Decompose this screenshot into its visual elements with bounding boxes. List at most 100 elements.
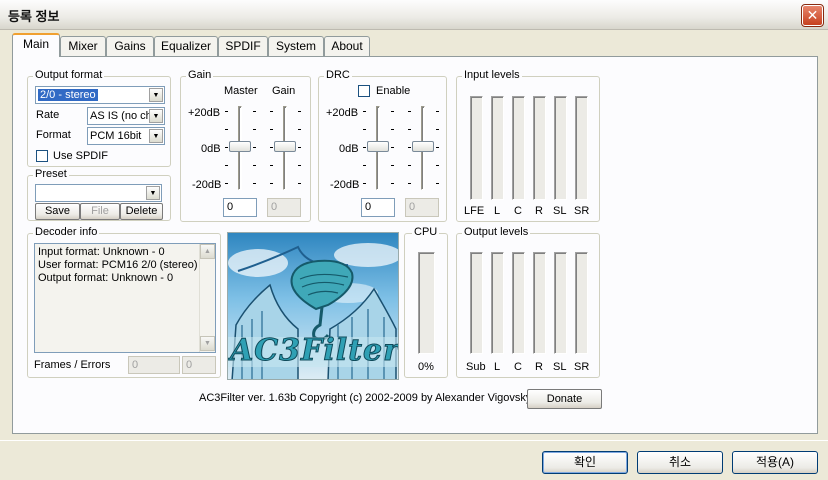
tick [436,129,439,130]
input-meter-r [533,96,546,200]
input-meter-c [512,96,525,200]
drc-slider-thumb[interactable] [367,141,389,152]
tick [408,147,411,148]
use-spdif-checkbox[interactable] [36,150,48,162]
tick [391,183,394,184]
tick [298,147,301,148]
cpu-meter [418,252,435,354]
title-bar: 등록 정보 ✕ [0,0,828,30]
input-meter-sr [575,96,588,200]
tick [298,129,301,130]
tick [225,165,228,166]
tab-mixer[interactable]: Mixer [60,36,106,56]
tick [225,111,228,112]
save-button[interactable]: Save [35,203,80,220]
gain-label: Gain [272,85,296,97]
tab-gains[interactable]: Gains [106,36,154,56]
drc-plus20-label: +20dB [326,107,359,119]
tick [270,129,273,130]
tick [270,165,273,166]
tab-spdif[interactable]: SPDIF [218,36,268,56]
rate-select[interactable]: AS IS (no ch ▼ [87,107,165,125]
logo-text: AC3Filter [230,333,399,369]
frames-errors-label: Frames / Errors [34,359,111,371]
tick [391,111,394,112]
tick [225,129,228,130]
tab-system[interactable]: System [268,36,324,56]
output-channel-label: SL [553,361,567,373]
rate-label: Rate [36,109,60,121]
tick [391,129,394,130]
scroll-down-icon[interactable]: ▼ [200,336,215,351]
tick [408,111,411,112]
master-label: Master [224,85,258,97]
drc-slider2-thumb[interactable] [412,141,434,152]
gain-zero-label: 0dB [201,143,221,155]
gain-plus20-label: +20dB [188,107,221,119]
errors-field: 0 [182,356,216,374]
tick [225,147,228,148]
tick [253,183,256,184]
tab-system-label: System [275,39,316,53]
output-format-value: 2/0 - stereo [38,89,98,101]
tab-about[interactable]: About [324,36,370,56]
decoder-info-line: Input format: Unknown - 0 [38,246,165,258]
tick [408,165,411,166]
master-slider-thumb[interactable] [229,141,251,152]
input-channel-label: SR [574,205,590,217]
drc-value-input[interactable]: 0 [361,198,395,217]
output-meter-sub [470,252,483,354]
tick [363,147,366,148]
drc-enable-label: Enable [376,85,411,97]
apply-button[interactable]: 적용(A) [732,451,818,474]
tick [298,165,301,166]
ok-button[interactable]: 확인 [542,451,628,474]
tab-equalizer[interactable]: Equalizer [154,36,218,56]
ac3filter-logo: AC3Filter [227,232,399,380]
chevron-down-icon: ▼ [149,109,163,123]
tick [436,147,439,148]
cancel-button[interactable]: 취소 [637,451,723,474]
file-button[interactable]: File [80,203,120,220]
input-meter-lfe [470,96,483,200]
tick [436,165,439,166]
input-channel-label: C [514,205,522,217]
gain-slider-thumb[interactable] [274,141,296,152]
tick [363,129,366,130]
output-format-select[interactable]: 2/0 - stereo ▼ [35,86,165,104]
tick [408,129,411,130]
tick [363,183,366,184]
use-spdif-label: Use SPDIF [53,150,109,162]
output-channel-label: R [535,361,543,373]
chevron-down-icon: ▼ [149,129,163,143]
input-channel-label: SL [553,205,567,217]
decoder-info-line: User format: PCM16 2/0 (stereo) 0 [38,259,198,271]
delete-button[interactable]: Delete [120,203,163,220]
vertical-scrollbar[interactable]: ▲ ▼ [199,244,215,352]
output-levels-label: Output levels [462,226,531,238]
drc-enable-checkbox[interactable] [358,85,370,97]
decoder-info-textarea[interactable]: Input format: Unknown - 0 User format: P… [34,243,216,353]
drc-value2-input[interactable]: 0 [405,198,439,217]
close-icon[interactable]: ✕ [801,4,824,27]
output-channel-label: SR [574,361,590,373]
format-value: PCM 16bit [90,130,142,142]
window-title: 등록 정보 [8,9,60,24]
drc-zero-label: 0dB [339,143,359,155]
format-select[interactable]: PCM 16bit ▼ [87,127,165,145]
tick [253,111,256,112]
gain-input[interactable]: 0 [267,198,301,217]
donate-button[interactable]: Donate [527,389,602,409]
preset-select[interactable]: ▼ [35,184,162,202]
tab-main[interactable]: Main [12,33,60,57]
tick [298,111,301,112]
tick [391,165,394,166]
tick [436,111,439,112]
master-gain-input[interactable]: 0 [223,198,257,217]
decoder-info-line: Output format: Unknown - 0 [38,272,174,284]
preset-label: Preset [33,168,69,180]
tick [270,147,273,148]
decoder-info-label: Decoder info [33,226,100,238]
scroll-up-icon[interactable]: ▲ [200,244,215,259]
chevron-down-icon: ▼ [146,186,160,200]
